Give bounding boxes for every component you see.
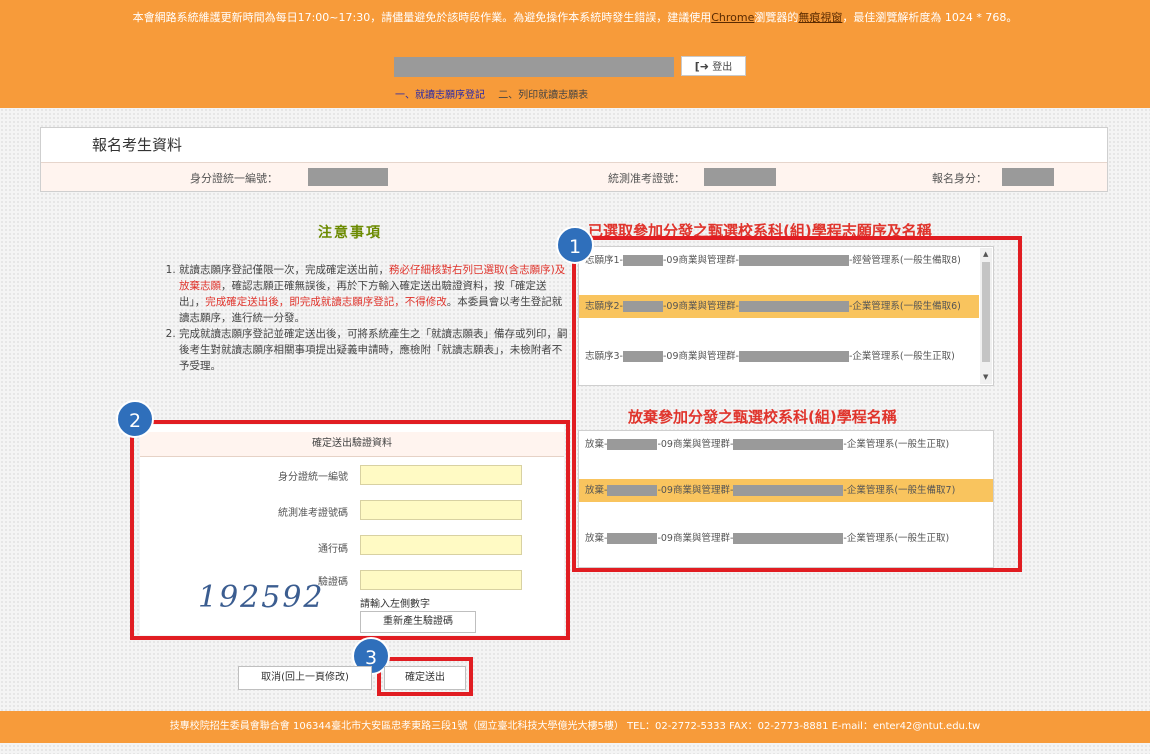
applicant-title: 報名考生資料 [92, 136, 183, 154]
exam-value-redacted [704, 168, 776, 186]
cancel-button[interactable]: 取消(回上一頁修改) [238, 666, 372, 690]
status-label: 報名身分： [932, 172, 987, 185]
highlight-box-2 [130, 420, 570, 640]
maintenance-notice: 本會網路系統維護更新時間為每日17:00~17:30，請儘量避免於該時段作業。為… [20, 10, 1130, 26]
id-label: 身分證統一編號： [190, 172, 278, 185]
step-badge-2: 2 [116, 400, 154, 438]
exam-label: 統測准考證號： [608, 172, 685, 185]
notice-text-mid: 瀏覽器的 [754, 11, 799, 24]
step-2-link[interactable]: 二、列印就讀志願表 [498, 90, 588, 101]
step-1-link[interactable]: 一、就讀志願序登記 [395, 90, 485, 101]
note-item-1: 就讀志願序登記僅限一次，完成確定送出前，務必仔細核對右列已選取(含志願序)及放棄… [179, 262, 570, 326]
id-value-redacted [308, 168, 388, 186]
chrome-link[interactable]: Chrome [711, 11, 754, 24]
logout-button[interactable]: [➜ 登出 [681, 56, 746, 76]
user-name-redacted [394, 57, 674, 77]
notice-text-end: ，最佳瀏覽解析度為 1024 * 768。 [842, 11, 1018, 24]
notice-text: 本會網路系統維護更新時間為每日17:00~17:30，請儘量避免於該時段作業。為… [132, 11, 712, 24]
step-nav: 一、就讀志願序登記 二、列印就讀志願表 [395, 86, 755, 101]
submit-button[interactable]: 確定送出 [384, 666, 466, 690]
notes-list: 就讀志願序登記僅限一次，完成確定送出前，務必仔細核對右列已選取(含志願序)及放棄… [165, 262, 570, 374]
step-badge-1: 1 [556, 226, 594, 264]
notes-title: 注意事項 [318, 225, 382, 241]
incognito-link[interactable]: 無痕視窗 [798, 11, 842, 24]
footer: 技專校院招生委員會聯合會 106344臺北市大安區忠孝東路三段1號（國立臺北科技… [0, 711, 1150, 743]
note-item-2: 完成就讀志願序登記並確定送出後，可將系統產生之「就讀志願表」備存或列印，嗣後考生… [179, 326, 570, 374]
status-value-redacted [1002, 168, 1054, 186]
logout-label: 登出 [712, 62, 733, 73]
logout-icon: [➜ [694, 60, 710, 73]
note-warning: 完成確定送出後，即完成就讀志願序登記，不得修改 [205, 296, 447, 308]
highlight-box-1 [572, 236, 1022, 572]
note-text: 就讀志願序登記僅限一次，完成確定送出前， [179, 264, 389, 276]
